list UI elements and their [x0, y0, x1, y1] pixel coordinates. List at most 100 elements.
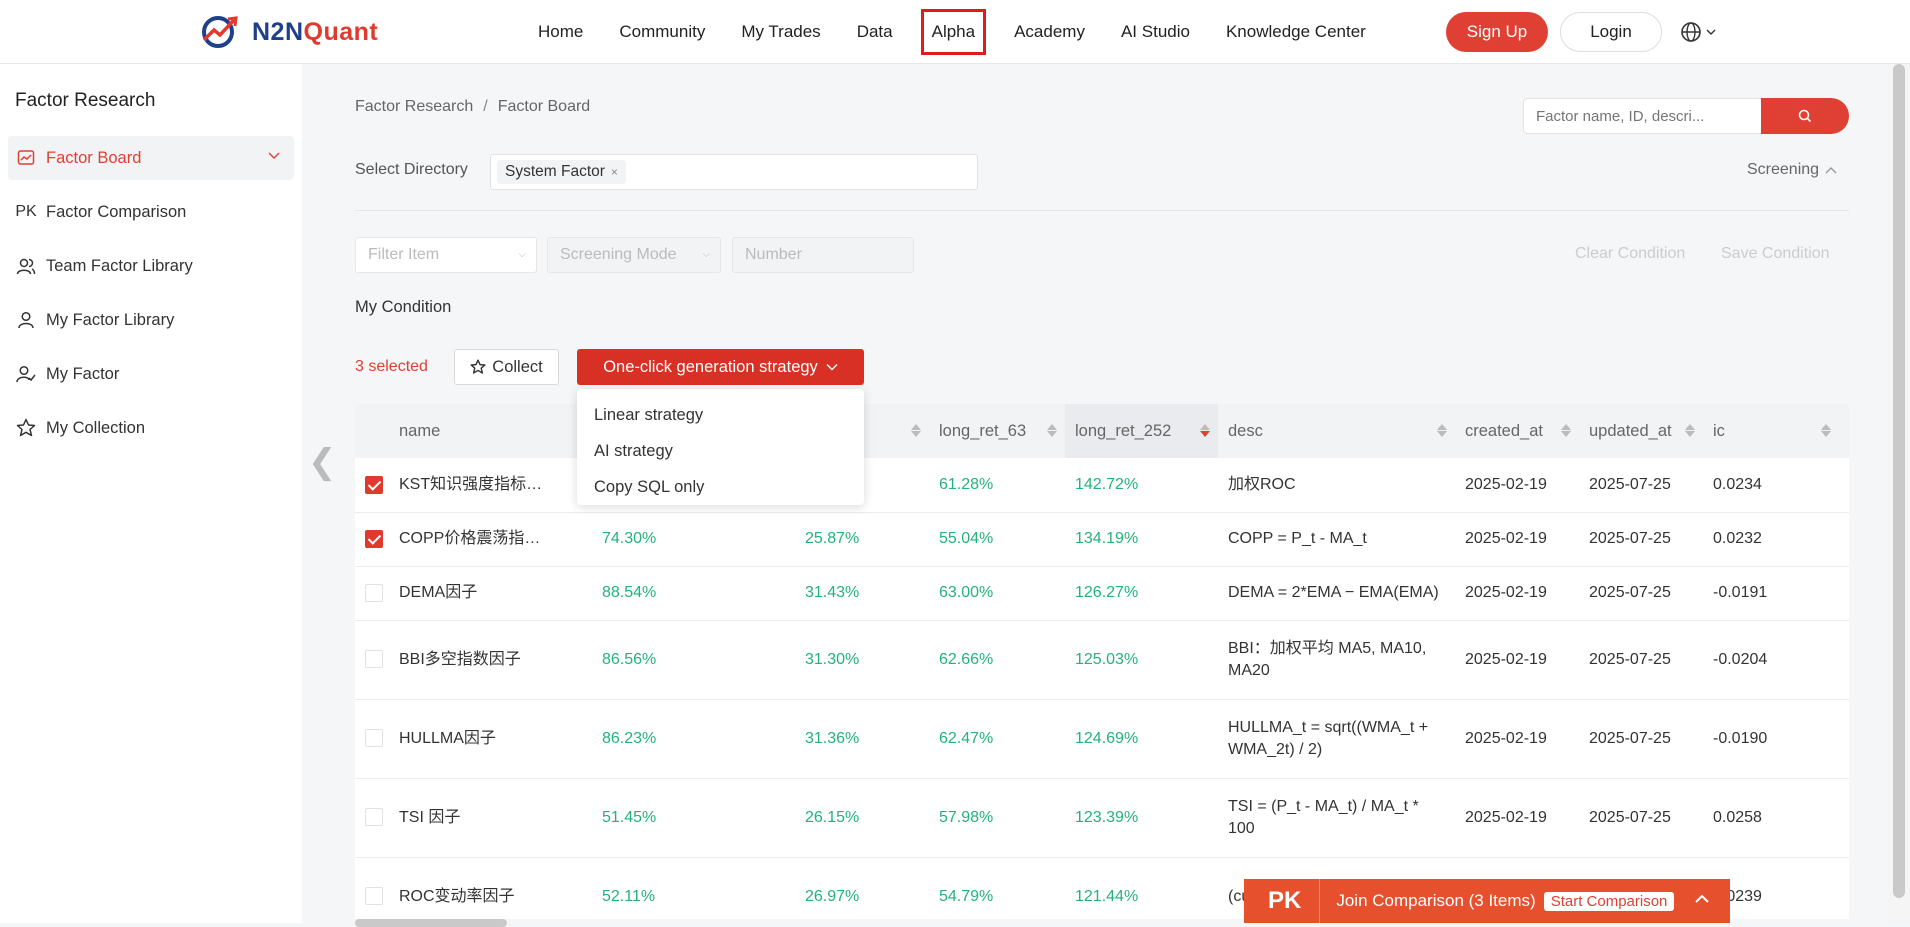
column-header-name[interactable]: name	[389, 404, 592, 458]
row-checkbox[interactable]	[365, 887, 383, 906]
nav-my-trades[interactable]: My Trades	[723, 9, 838, 55]
row-checkbox[interactable]	[365, 650, 383, 669]
table-row[interactable]: HULLMA因子 86.23% 31.36% 62.47% 124.69% HULLMA_…	[355, 699, 1849, 779]
sort-icon[interactable]	[1200, 424, 1210, 437]
sidebar-item-my-factor[interactable]: My Factor	[8, 352, 294, 396]
sidebar-item-my-collection[interactable]: My Collection	[8, 406, 294, 450]
signup-button[interactable]: Sign Up	[1446, 12, 1548, 52]
team-icon	[16, 256, 36, 276]
start-comparison-button[interactable]: Start Comparison	[1543, 891, 1675, 911]
sort-icon[interactable]	[1047, 424, 1057, 437]
collect-button[interactable]: Collect	[454, 349, 559, 385]
chevron-down-icon: ⌵	[702, 249, 710, 260]
column-header-created-at[interactable]: created_at	[1455, 404, 1579, 458]
cell-lo: -0.0	[1839, 620, 1849, 700]
scrollbar-thumb[interactable]	[1893, 64, 1905, 898]
cell-long-ret-63: 57.98%	[929, 778, 1065, 858]
row-checkbox[interactable]	[365, 529, 383, 548]
column-header-updated-at[interactable]: updated_at	[1579, 404, 1703, 458]
sidebar-item-team-factor-library[interactable]: Team Factor Library	[8, 244, 294, 288]
scrollbar-thumb[interactable]	[355, 919, 507, 927]
column-header-lo[interactable]: lor	[1839, 404, 1849, 458]
cell-ic: -0.0191	[1703, 566, 1839, 621]
column-header-desc[interactable]: desc	[1218, 404, 1455, 458]
language-selector[interactable]	[1680, 20, 1720, 44]
chevron-down-icon	[268, 152, 280, 159]
cell-col-1: 88.54%	[592, 566, 795, 621]
table-row[interactable]: DEMA因子 88.54% 31.43% 63.00% 126.27% DEMA = 2*…	[355, 566, 1849, 621]
main-content: Factor Research / Factor Board Select Dire…	[302, 64, 1910, 927]
divider	[1319, 879, 1321, 923]
cell-long-ret-252: 121.44%	[1065, 857, 1218, 919]
star-icon	[16, 418, 36, 438]
row-checkbox[interactable]	[365, 475, 383, 494]
directory-select[interactable]: System Factor ×	[490, 154, 978, 190]
row-checkbox[interactable]	[365, 729, 383, 748]
cell-name: KST知识强度指标…	[389, 458, 592, 513]
breadcrumb-root[interactable]: Factor Research	[355, 98, 473, 115]
column-header-long-ret-252[interactable]: long_ret_252	[1065, 404, 1218, 458]
nav-alpha[interactable]: Alpha	[920, 9, 987, 55]
nav-academy[interactable]: Academy	[996, 9, 1103, 55]
sidebar-item-label: My Factor	[46, 364, 120, 383]
cell-desc: DEMA = 2*EMA − EMA(EMA)	[1218, 566, 1455, 621]
screening-toggle[interactable]: Screening	[1747, 161, 1837, 179]
cell-ic: 0.0232	[1703, 512, 1839, 567]
number-input[interactable]: Number	[732, 237, 914, 273]
sort-icon[interactable]	[1561, 424, 1571, 437]
row-checkbox[interactable]	[365, 808, 383, 827]
selected-count: 3 selected	[355, 358, 428, 375]
nav-community[interactable]: Community	[601, 9, 723, 55]
cell-ic: 0.0258	[1703, 778, 1839, 858]
cell-updated-at: 2025-07-25	[1579, 620, 1703, 700]
sidebar-item-my-factor-library[interactable]: My Factor Library	[8, 298, 294, 342]
column-header-long-ret-63[interactable]: long_ret_63	[929, 404, 1065, 458]
tag-close-icon[interactable]: ×	[611, 160, 618, 184]
sort-icon[interactable]	[1437, 424, 1447, 437]
menu-item-ai-strategy[interactable]: AI strategy	[577, 433, 864, 469]
sidebar-item-label: My Factor Library	[46, 310, 175, 329]
cell-long-ret-63: 54.79%	[929, 857, 1065, 919]
row-checkbox[interactable]	[365, 583, 383, 602]
sidebar-item-factor-board[interactable]: Factor Board	[8, 136, 294, 180]
sort-icon[interactable]	[911, 424, 921, 437]
clear-condition-button[interactable]: Clear Condition	[1575, 245, 1685, 263]
brand-logo[interactable]: N2NQuant	[198, 14, 378, 50]
cell-desc: COPP = P_t - MA_t	[1218, 512, 1455, 567]
cell-desc: 加权ROC	[1218, 458, 1455, 513]
sort-icon[interactable]	[1685, 424, 1695, 437]
save-condition-button[interactable]: Save Condition	[1721, 245, 1830, 263]
menu-item-copy-sql[interactable]: Copy SQL only	[577, 469, 864, 505]
search-input[interactable]	[1523, 98, 1761, 134]
cell-col-1: 51.45%	[592, 778, 795, 858]
cell-created-at: 2025-02-19	[1455, 620, 1579, 700]
nav-home[interactable]: Home	[520, 9, 601, 55]
chevron-up-icon[interactable]	[1694, 893, 1710, 905]
cell-updated-at: 2025-07-25	[1579, 566, 1703, 621]
row-checkbox-cell	[355, 566, 389, 621]
cell-long-ret-252: 142.72%	[1065, 458, 1218, 513]
nav-ai-studio[interactable]: AI Studio	[1103, 9, 1208, 55]
comparison-bar[interactable]: PK Join Comparison (3 Items) Start Compa…	[1244, 879, 1730, 923]
generate-strategy-button[interactable]: One-click generation strategy	[577, 349, 864, 385]
menu-item-linear-strategy[interactable]: Linear strategy	[577, 397, 864, 433]
cell-long-ret-21: 26.97%	[795, 857, 929, 919]
cell-col-1: 86.56%	[592, 620, 795, 700]
nav-knowledge-center[interactable]: Knowledge Center	[1208, 9, 1384, 55]
brand-name: N2NQuant	[252, 17, 379, 46]
strategy-dropdown-menu: Linear strategy AI strategy Copy SQL onl…	[577, 389, 864, 505]
table-row[interactable]: COPP价格震荡指… 74.30% 25.87% 55.04% 134.19% COPP …	[355, 512, 1849, 567]
table-row[interactable]: BBI多空指数因子 86.56% 31.30% 62.66% 125.03% BBI：加权…	[355, 620, 1849, 700]
search-button[interactable]	[1761, 98, 1849, 134]
screening-mode-select[interactable]: Screening Mode ⌵	[547, 237, 721, 273]
filter-item-select[interactable]: Filter Item ⌵	[355, 237, 537, 273]
table-row[interactable]: TSI 因子 51.45% 26.15% 57.98% 123.39% TSI = (P_…	[355, 778, 1849, 858]
row-checkbox-cell	[355, 512, 389, 567]
cell-desc: HULLMA_t = sqrt((WMA_t + WMA_2t) / 2)	[1218, 699, 1455, 779]
nav-data[interactable]: Data	[839, 9, 911, 55]
vertical-scrollbar[interactable]	[1888, 64, 1910, 923]
column-header-ic[interactable]: ic	[1703, 404, 1839, 458]
sort-icon[interactable]	[1821, 424, 1831, 437]
login-button[interactable]: Login	[1560, 12, 1662, 52]
sidebar-item-factor-comparison[interactable]: PK Factor Comparison	[8, 190, 294, 234]
